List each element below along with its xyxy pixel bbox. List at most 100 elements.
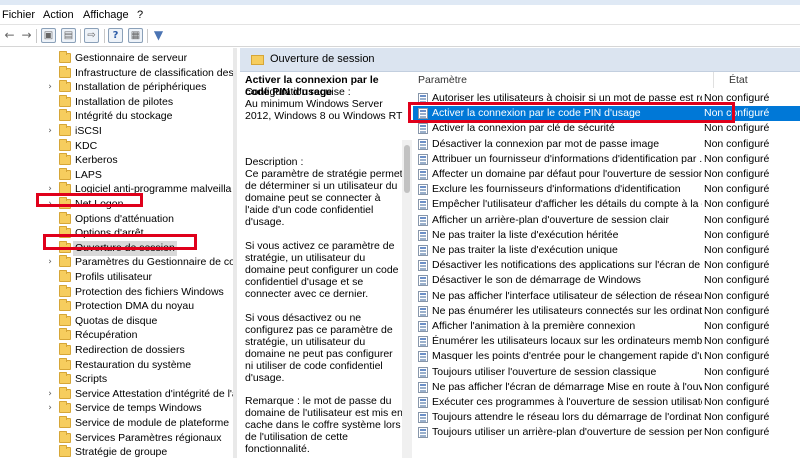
setting-row[interactable]: Activer la connexion par le code PIN d'u… bbox=[413, 106, 800, 122]
column-header-setting[interactable]: Paramètre bbox=[418, 74, 467, 86]
expand-arrow-icon[interactable]: › bbox=[45, 401, 55, 416]
tree-item[interactable]: Service de module de plateforme bbox=[0, 416, 233, 431]
setting-row[interactable]: Ne pas afficher l'écran de démarrage Mis… bbox=[413, 380, 800, 395]
folder-icon bbox=[59, 182, 71, 195]
setting-name: Attribuer un fournisseur d'informations … bbox=[432, 152, 702, 165]
setting-row[interactable]: Affecter un domaine par défaut pour l'ou… bbox=[413, 167, 800, 182]
tree-item[interactable]: Installation de pilotes bbox=[0, 94, 233, 110]
folder-icon bbox=[59, 357, 71, 370]
menu-help[interactable]: ? bbox=[137, 8, 143, 22]
setting-row[interactable]: Afficher l'animation à la première conne… bbox=[413, 319, 800, 334]
policy-setting-icon bbox=[418, 290, 428, 302]
setting-name: Toujours attendre le réseau lors du déma… bbox=[432, 411, 702, 424]
setting-row[interactable]: Désactiver le son de démarrage de Window… bbox=[413, 273, 800, 288]
menu-action[interactable]: Action bbox=[43, 8, 74, 22]
tree-item[interactable]: › Service Attestation d'intégrité de l'a bbox=[0, 386, 233, 402]
list-scrollbar[interactable] bbox=[402, 140, 412, 458]
tree-item[interactable]: Options d'arrêt bbox=[0, 226, 233, 241]
setting-state: Non configuré bbox=[704, 411, 770, 424]
setting-row[interactable]: Désactiver les notifications des applica… bbox=[413, 258, 800, 273]
menu-file[interactable]: Fichier bbox=[2, 8, 35, 22]
tree-item[interactable]: Options d'atténuation bbox=[0, 211, 233, 227]
tree-item[interactable]: Protection des fichiers Windows bbox=[0, 284, 233, 300]
tree-item[interactable]: Intégrité du stockage bbox=[0, 109, 233, 124]
expand-arrow-icon[interactable]: › bbox=[45, 124, 55, 139]
forward-arrow-icon[interactable]: → bbox=[19, 28, 34, 43]
setting-row[interactable]: Activer la connexion par clé de sécurité… bbox=[413, 121, 800, 136]
setting-row[interactable]: Afficher un arrière-plan d'ouverture de … bbox=[413, 213, 800, 228]
expand-arrow-icon[interactable]: › bbox=[45, 197, 55, 212]
policy-setting-icon bbox=[418, 138, 428, 150]
filter-icon[interactable]: ▼ bbox=[151, 28, 166, 43]
tree-item[interactable]: Infrastructure de classification des bbox=[0, 65, 233, 81]
tree-item-label: Service de temps Windows bbox=[75, 402, 202, 415]
tree-item[interactable]: › Net Logon bbox=[0, 197, 233, 212]
column-separator[interactable] bbox=[713, 72, 714, 88]
setting-row[interactable]: Empêcher l'utilisateur d'afficher les dé… bbox=[413, 197, 800, 212]
tree-item[interactable]: › Logiciel anti-programme malveilla bbox=[0, 182, 233, 197]
setting-state: Non configuré bbox=[704, 304, 770, 317]
tree-item[interactable]: Kerberos bbox=[0, 153, 233, 168]
folder-icon bbox=[59, 299, 71, 312]
folder-icon bbox=[59, 167, 71, 180]
back-arrow-icon[interactable]: ← bbox=[2, 28, 17, 43]
setting-row[interactable]: Masquer les points d'entrée pour le chan… bbox=[413, 349, 800, 364]
tree-item-label: Restauration du système bbox=[75, 358, 192, 371]
tree-item[interactable]: › Installation de périphériques bbox=[0, 80, 233, 95]
tree-item[interactable]: Services Paramètres régionaux bbox=[0, 430, 233, 446]
tree-item-label: Service de module de plateforme bbox=[75, 417, 230, 429]
setting-state: Non configuré bbox=[704, 335, 770, 348]
show-hide-tree-icon[interactable]: ▤ bbox=[61, 28, 76, 43]
tree-item[interactable]: Quotas de disque bbox=[0, 313, 233, 329]
tree-item[interactable]: Restauration du système bbox=[0, 357, 233, 373]
tree-splitter[interactable] bbox=[233, 48, 237, 458]
scrollbar-thumb[interactable] bbox=[404, 145, 410, 193]
setting-row[interactable]: Toujours attendre le réseau lors du déma… bbox=[413, 410, 800, 425]
setting-row[interactable]: Attribuer un fournisseur d'informations … bbox=[413, 152, 800, 167]
expand-arrow-icon[interactable]: › bbox=[45, 80, 55, 95]
tree-item[interactable]: › iSCSI bbox=[0, 124, 233, 139]
tree-item-label: Scripts bbox=[75, 373, 108, 386]
folder-icon bbox=[59, 255, 71, 268]
policy-setting-icon bbox=[418, 108, 428, 120]
setting-row[interactable]: Ne pas traiter la liste d'exécution uniq… bbox=[413, 243, 800, 258]
tree-item[interactable]: Récupération bbox=[0, 328, 233, 343]
setting-row[interactable]: Ne pas traiter la liste d'exécution héri… bbox=[413, 228, 800, 243]
help-icon[interactable]: ? bbox=[108, 28, 123, 43]
folder-icon bbox=[59, 401, 71, 414]
expand-arrow-icon[interactable]: › bbox=[45, 182, 55, 197]
column-header-state[interactable]: État bbox=[729, 74, 748, 86]
setting-row[interactable]: Exclure les fournisseurs d'informations … bbox=[413, 182, 800, 197]
tree-item[interactable]: Protection DMA du noyau bbox=[0, 299, 233, 314]
tree-item[interactable]: Gestionnaire de serveur bbox=[0, 51, 233, 66]
setting-row[interactable]: Toujours utiliser un arrière-plan d'ouve… bbox=[413, 425, 800, 440]
setting-name: Désactiver les notifications des applica… bbox=[432, 259, 702, 272]
tree-item[interactable]: Ouverture de session bbox=[0, 240, 233, 256]
toolbar: ← → ▣ ▤ ⇨ ? ▦ ▼ bbox=[0, 25, 800, 47]
properties-icon[interactable]: ▦ bbox=[128, 28, 143, 43]
tree-item[interactable]: › Service de temps Windows bbox=[0, 401, 233, 416]
tree-item[interactable]: › Paramètres du Gestionnaire de cor bbox=[0, 255, 233, 270]
export-list-icon[interactable]: ⇨ bbox=[84, 28, 99, 43]
description-label: Description : bbox=[245, 156, 304, 168]
tree-item[interactable]: Scripts bbox=[0, 372, 233, 387]
expand-arrow-icon[interactable]: › bbox=[45, 255, 55, 270]
setting-row[interactable]: Ne pas afficher l'interface utilisateur … bbox=[413, 289, 800, 304]
setting-row[interactable]: Autoriser les utilisateurs à choisir si … bbox=[413, 91, 800, 106]
setting-row[interactable]: Toujours utiliser l'ouverture de session… bbox=[413, 365, 800, 380]
up-folder-icon[interactable]: ▣ bbox=[41, 28, 56, 43]
setting-state: Non configuré bbox=[704, 107, 770, 120]
tree-item[interactable]: LAPS bbox=[0, 167, 233, 183]
setting-row[interactable]: Ne pas énumérer les utilisateurs connect… bbox=[413, 304, 800, 319]
setting-row[interactable]: Énumérer les utilisateurs locaux sur les… bbox=[413, 334, 800, 349]
menu-view[interactable]: Affichage bbox=[83, 8, 129, 22]
expand-arrow-icon[interactable]: › bbox=[45, 387, 55, 402]
setting-name: Empêcher l'utilisateur d'afficher les dé… bbox=[432, 198, 702, 211]
tree-item[interactable]: Profils utilisateur bbox=[0, 270, 233, 285]
folder-icon bbox=[59, 313, 71, 326]
tree-item[interactable]: KDC bbox=[0, 138, 233, 154]
setting-row[interactable]: Désactiver la connexion par mot de passe… bbox=[413, 137, 800, 152]
tree-item[interactable]: Redirection de dossiers bbox=[0, 343, 233, 358]
setting-row[interactable]: Exécuter ces programmes à l'ouverture de… bbox=[413, 395, 800, 410]
tree-item[interactable]: Stratégie de groupe bbox=[0, 445, 233, 458]
